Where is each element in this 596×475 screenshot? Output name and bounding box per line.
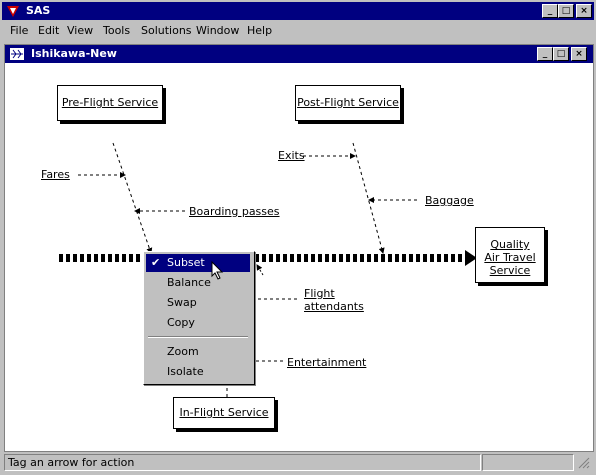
child-minimize-button[interactable]: _ — [537, 47, 553, 61]
menu-item-isolate[interactable]: Isolate — [146, 363, 250, 381]
effect-line-1: Quality — [490, 238, 530, 251]
sas-logo-icon[interactable] — [6, 4, 20, 18]
cause-exits[interactable]: Exits — [278, 149, 305, 162]
diagram-icon[interactable] — [10, 48, 24, 60]
menu-window[interactable]: Window — [196, 24, 239, 37]
check-icon: ✔ — [151, 256, 161, 269]
child-close-button[interactable]: × — [571, 47, 587, 61]
effect-box[interactable]: Quality Air Travel Service — [475, 227, 545, 283]
cause-boarding-passes[interactable]: Boarding passes — [189, 205, 280, 218]
in-flight-box[interactable]: In-Flight Service — [173, 397, 275, 429]
child-title-bar: Ishikawa-New _ □ × — [5, 45, 593, 63]
app-title: SAS — [26, 4, 51, 17]
status-bar: Tag an arrow for action — [2, 452, 594, 473]
menu-help[interactable]: Help — [247, 24, 272, 37]
menu-item-copy[interactable]: Copy — [146, 314, 250, 332]
menu-view[interactable]: View — [67, 24, 93, 37]
pre-flight-box[interactable]: Pre-Flight Service — [57, 85, 163, 121]
minimize-button[interactable]: _ — [542, 4, 558, 18]
ishikawa-window: Ishikawa-New _ □ × Pre-Flight Service Po… — [4, 44, 594, 452]
resize-grip-icon[interactable] — [578, 457, 590, 469]
menu-item-subset[interactable]: ✔ Subset — [146, 254, 250, 272]
mouse-cursor-icon — [211, 261, 224, 280]
menu-separator — [148, 336, 248, 338]
pre-flight-bone — [112, 142, 153, 254]
close-button[interactable]: × — [576, 4, 592, 18]
cause-flight-attendants-line1: Flight — [304, 287, 335, 300]
child-title: Ishikawa-New — [31, 47, 117, 60]
cause-entertainment[interactable]: Entertainment — [287, 356, 366, 369]
cause-baggage[interactable]: Baggage — [425, 194, 474, 207]
menu-item-swap[interactable]: Swap — [146, 294, 250, 312]
cause-fares[interactable]: Fares — [41, 168, 70, 181]
menu-edit[interactable]: Edit — [38, 24, 59, 37]
status-panel-secondary — [482, 454, 574, 471]
small-arrow — [256, 264, 264, 276]
menu-item-zoom[interactable]: Zoom — [146, 343, 250, 361]
menu-tools[interactable]: Tools — [103, 24, 130, 37]
menu-item-balance[interactable]: Balance — [146, 274, 250, 292]
context-menu: ✔ Subset Balance Swap Copy Zoom Isolate — [143, 251, 255, 385]
child-maximize-button[interactable]: □ — [553, 47, 569, 61]
effect-line-2: Air Travel — [484, 251, 536, 264]
menu-solutions[interactable]: Solutions — [141, 24, 192, 37]
cause-flight-attendants[interactable]: Flight attendants — [304, 287, 364, 313]
maximize-button[interactable]: □ — [558, 4, 574, 18]
menu-file[interactable]: File — [10, 24, 28, 37]
post-flight-box[interactable]: Post-Flight Service — [295, 85, 401, 121]
post-flight-bone — [352, 142, 385, 254]
app-title-bar: SAS _ □ × — [2, 2, 594, 20]
menu-bar: File Edit View Tools Solutions Window He… — [2, 21, 594, 41]
effect-line-3: Service — [489, 264, 531, 277]
cause-flight-attendants-line2: attendants — [304, 300, 364, 313]
status-text: Tag an arrow for action — [4, 454, 481, 471]
